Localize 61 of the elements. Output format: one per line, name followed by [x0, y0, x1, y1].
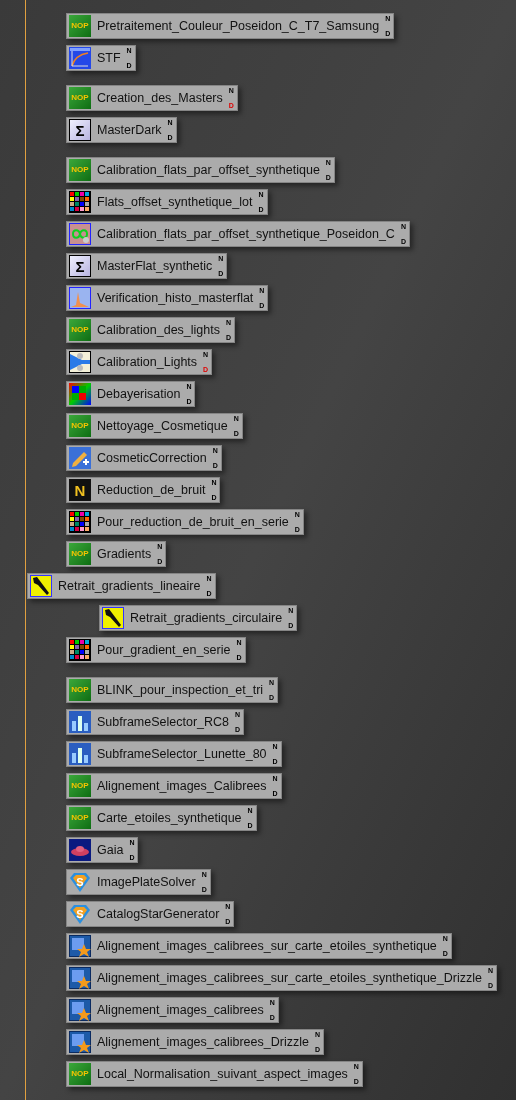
- process-label: Calibration_des_lights: [97, 323, 220, 337]
- process-label: MasterFlat_synthetic: [97, 259, 213, 273]
- process-label: Retrait_gradients_circulaire: [130, 611, 283, 625]
- process-label: Calibration_flats_par_offset_synthetique_Poseidon_C: [97, 227, 395, 241]
- process-label: Pretraitement_Couleur_Poseidon_C_T7_Samsung: [97, 19, 380, 33]
- nop-icon: NOP: [69, 1063, 91, 1085]
- arrow-icon: [69, 351, 91, 373]
- color-grid-icon: [69, 639, 91, 661]
- nop-icon: NOP: [69, 775, 91, 797]
- nop-icon: NOP: [69, 87, 91, 109]
- shield-icon: S: [69, 871, 91, 893]
- process-label: Nettoyage_Cosmetique: [97, 419, 228, 433]
- process-label: Pour_gradient_en_serie: [97, 643, 231, 657]
- nop-icon: NOP: [69, 807, 91, 829]
- process-label: CosmeticCorrection: [97, 451, 207, 465]
- process-label: Carte_etoiles_synthetique: [97, 811, 242, 825]
- infinity-icon: [69, 223, 91, 245]
- process-label: Debayerisation: [97, 387, 181, 401]
- color-grid-icon: [69, 191, 91, 213]
- nop-icon: NOP: [69, 319, 91, 341]
- rgb-mosaic-icon: [69, 383, 91, 405]
- histogram-icon: [69, 287, 91, 309]
- brush-icon: [30, 575, 52, 597]
- process-label: Flats_offset_synthetique_lot: [97, 195, 253, 209]
- nop-icon: NOP: [69, 679, 91, 701]
- process-label: BLINK_pour_inspection_et_tri: [97, 683, 264, 697]
- process-label: Creation_des_Masters: [97, 91, 223, 105]
- curve-icon: [69, 47, 91, 69]
- brush-icon: [102, 607, 124, 629]
- process-label: CatalogStarGenerator: [97, 907, 220, 921]
- bar-chart-icon: [69, 711, 91, 733]
- process-label: Alignement_images_Calibrees: [97, 779, 267, 793]
- process-label: Alignement_images_calibrees_Drizzle: [97, 1035, 309, 1049]
- bar-chart-icon: [69, 743, 91, 765]
- process-label: SubframeSelector_RC8: [97, 715, 229, 729]
- process-label: STF: [97, 51, 121, 65]
- process-label: Calibration_Lights: [97, 355, 198, 369]
- process-label: Alignement_images_calibrees: [97, 1003, 264, 1017]
- nop-icon: NOP: [69, 159, 91, 181]
- color-grid-icon: [69, 511, 91, 533]
- process-label: Calibration_flats_par_offset_synthetique: [97, 163, 320, 177]
- process-label: ImagePlateSolver: [97, 875, 196, 889]
- nop-icon: NOP: [69, 543, 91, 565]
- nop-icon: NOP: [69, 415, 91, 437]
- nop-icon: NOP: [69, 15, 91, 37]
- process-label: Verification_histo_masterflat: [97, 291, 254, 305]
- process-label: SubframeSelector_Lunette_80: [97, 747, 267, 761]
- letter-n-icon: N: [69, 479, 91, 501]
- shield-icon: S: [69, 903, 91, 925]
- process-label: Local_Normalisation_suivant_aspect_images: [97, 1067, 348, 1081]
- sigma-icon: Σ: [69, 255, 91, 277]
- process-label: Pour_reduction_de_bruit_en_serie: [97, 515, 289, 529]
- process-label: MasterDark: [97, 123, 162, 137]
- process-label: Alignement_images_calibrees_sur_carte_etoiles_synthetique_Drizzle: [97, 971, 482, 985]
- process-label: Gradients: [97, 547, 152, 561]
- process-label: Alignement_images_calibrees_sur_carte_etoiles_synthetique: [97, 939, 437, 953]
- process-label: Gaia: [97, 843, 124, 857]
- process-label: Reduction_de_bruit: [97, 483, 206, 497]
- process-label: Retrait_gradients_lineaire: [58, 579, 201, 593]
- sigma-icon: Σ: [69, 119, 91, 141]
- pencil-icon: [69, 447, 91, 469]
